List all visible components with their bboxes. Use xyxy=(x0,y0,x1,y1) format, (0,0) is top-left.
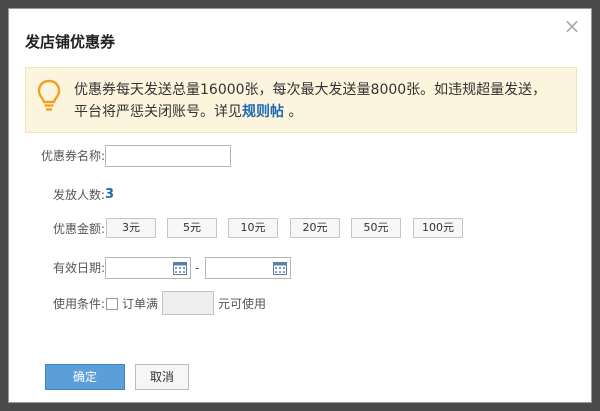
watermark-suffix: @商大学001 xyxy=(521,387,592,401)
usage-condition-label: 使用条件: xyxy=(52,297,105,311)
amount-option-3[interactable]: 3元 xyxy=(106,218,156,238)
order-min-prefix: 订单满 xyxy=(122,297,159,311)
close-icon[interactable]: × xyxy=(563,16,581,36)
order-min-checkbox[interactable] xyxy=(106,298,118,310)
row-valid-date: 有效日期: - xyxy=(9,257,593,281)
notice-line-2: 平台将严惩关闭账号。详见规则帖 。 xyxy=(74,101,574,123)
order-min-suffix: 元可使用 xyxy=(218,297,267,311)
rules-post-link[interactable]: 规则帖 xyxy=(242,104,284,120)
notice-line-2-suffix: 。 xyxy=(284,104,303,120)
row-usage-condition: 使用条件: 订单满 元可使用 xyxy=(9,291,593,317)
confirm-button[interactable]: 确定 xyxy=(45,364,125,390)
date-separator: - xyxy=(195,261,200,275)
coupon-dialog: 发店铺优惠券 × 优惠券每天发送总量16000张，每次最大发送量8000张。如违… xyxy=(8,8,592,403)
amount-option-10[interactable]: 10元 xyxy=(228,218,278,238)
amount-label: 优惠金额: xyxy=(52,222,105,236)
notice-line-1: 优惠券每天发送总量16000张，每次最大发送量8000张。如违规超量发送， xyxy=(74,82,547,98)
order-min-input[interactable] xyxy=(162,291,214,315)
amount-option-5[interactable]: 5元 xyxy=(167,218,217,238)
end-date-field[interactable] xyxy=(205,257,291,279)
dialog-title: 发店铺优惠券 xyxy=(25,33,116,51)
lightbulb-icon xyxy=(37,79,61,111)
calendar-icon[interactable] xyxy=(273,261,287,275)
start-date-field[interactable] xyxy=(105,257,191,279)
valid-date-label: 有效日期: xyxy=(52,261,105,275)
row-amount: 优惠金额: 3元 5元 10元 20元 50元 100元 xyxy=(9,218,593,242)
amount-option-100[interactable]: 100元 xyxy=(413,218,463,238)
recipients-count: 3 xyxy=(105,187,115,202)
notice-line-2-prefix: 平台将严惩关闭账号。详见 xyxy=(74,104,242,120)
notice-banner: 优惠券每天发送总量16000张，每次最大发送量8000张。如违规超量发送， 平台… xyxy=(25,67,577,133)
amount-option-50[interactable]: 50元 xyxy=(351,218,401,238)
coupon-name-input[interactable] xyxy=(105,145,231,167)
watermark: 头条 广东龙网 @商大学001 xyxy=(401,373,592,405)
watermark-brand: 广东龙网 xyxy=(429,379,518,404)
cancel-button[interactable]: 取消 xyxy=(135,364,189,390)
notice-text: 优惠券每天发送总量16000张，每次最大发送量8000张。如违规超量发送， 平台… xyxy=(74,79,574,123)
watermark-prefix: 头条 xyxy=(401,387,426,401)
calendar-icon[interactable] xyxy=(173,261,187,275)
coupon-name-label: 优惠券名称: xyxy=(40,149,105,163)
amount-option-20[interactable]: 20元 xyxy=(290,218,340,238)
recipients-label: 发放人数: xyxy=(52,188,105,202)
row-coupon-name: 优惠券名称: xyxy=(9,145,593,169)
row-recipients: 发放人数: 3 xyxy=(9,184,593,208)
